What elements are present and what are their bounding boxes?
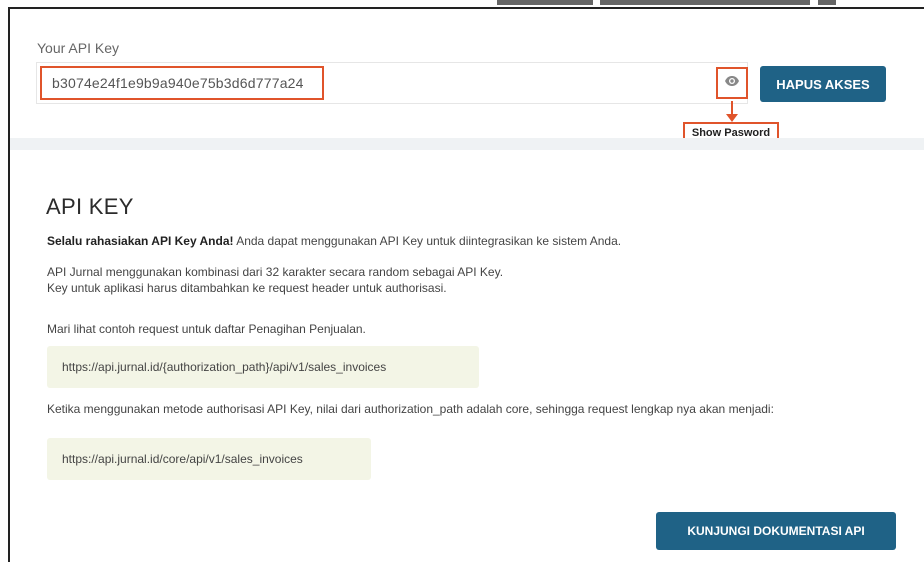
- top-edge-fragment: [497, 0, 593, 5]
- page-title: API KEY: [46, 194, 134, 219]
- revoke-access-button[interactable]: HAPUS AKSES: [760, 66, 886, 102]
- api-key-documentation: API KEY Selalu rahasiakan API Key Anda! …: [10, 150, 924, 562]
- final-url-block: https://api.jurnal.id/core/api/v1/sales_…: [47, 438, 371, 480]
- top-edge-fragment: [600, 0, 810, 5]
- api-key-label: Your API Key: [37, 40, 119, 56]
- combination-line-2: Key untuk aplikasi harus ditambahkan ke …: [47, 281, 447, 295]
- auth-note: Ketika menggunakan metode authorisasi AP…: [47, 402, 774, 416]
- intro-paragraph: Selalu rahasiakan API Key Anda! Anda dap…: [47, 233, 621, 249]
- api-key-field[interactable]: b3074e24f1e9b9a940e75b3d6d777a24: [40, 66, 324, 100]
- intro-bold-text: Selalu rahasiakan API Key Anda!: [47, 234, 234, 248]
- combination-line-1: API Jurnal menggunakan kombinasi dari 32…: [47, 265, 504, 279]
- section-divider: [10, 138, 924, 150]
- example-url-block: https://api.jurnal.id/{authorization_pat…: [47, 346, 479, 388]
- show-password-button[interactable]: [716, 67, 748, 99]
- visit-api-docs-button[interactable]: KUNJUNGI DOKUMENTASI API: [656, 512, 896, 550]
- eye-icon: [724, 74, 740, 92]
- top-edge-fragment: [818, 0, 836, 5]
- example-intro: Mari lihat contoh request untuk daftar P…: [47, 322, 366, 336]
- intro-text: Anda dapat menggunakan API Key untuk dii…: [233, 234, 622, 248]
- annotation-arrow-head: [726, 114, 738, 122]
